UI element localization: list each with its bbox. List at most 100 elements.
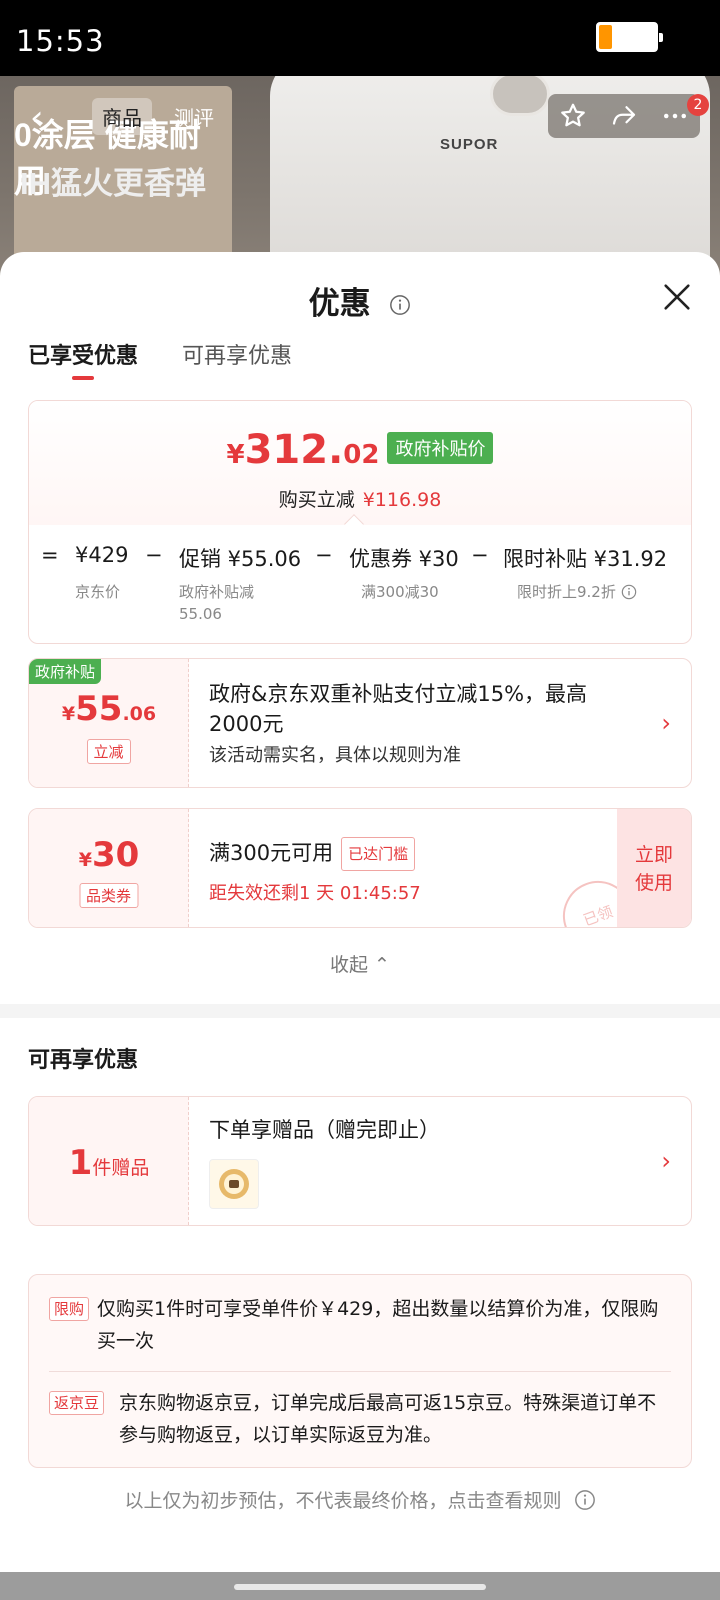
gift-body: 下单享赠品（赠完即止） xyxy=(209,1115,631,1209)
use-now-button[interactable]: 立即 使用 xyxy=(617,809,691,927)
divider xyxy=(49,1371,671,1372)
promo-label-line1: 政府补贴减 xyxy=(179,583,255,601)
back-icon[interactable]: ‹ xyxy=(30,98,44,138)
more-icon[interactable] xyxy=(660,101,690,131)
gov-subsidy-tag: 政府补贴 xyxy=(29,659,102,684)
amount-integer: 30 xyxy=(91,835,140,875)
coupon-amount: ¥30 xyxy=(29,835,189,875)
info-icon[interactable] xyxy=(389,288,411,324)
minus-sign: − xyxy=(145,543,163,567)
gift-count-number: 1 xyxy=(68,1143,93,1183)
gov-subsidy-title: 政府&京东双重补贴支付立减15%，最高2000元 xyxy=(209,682,588,736)
footer-note-text: 以上仅为初步预估，不代表最终价格，点击查看规则 xyxy=(124,1490,562,1512)
price-integer: 312. xyxy=(244,427,344,473)
coupon-label: 满300减30 xyxy=(361,583,439,601)
discount-tabs: 已享受优惠 可再享优惠 xyxy=(28,338,292,380)
price-decimal: 02 xyxy=(343,440,380,470)
home-indicator[interactable] xyxy=(234,1584,486,1590)
status-bar: 15:53 xyxy=(0,0,720,76)
promo-value: 促销 ¥55.06 xyxy=(179,547,302,571)
share-icon[interactable] xyxy=(609,101,639,131)
sheet-title: 优惠 xyxy=(0,278,720,324)
product-nav-tabs: 商品 测评 xyxy=(92,96,224,136)
price-currency: ¥ xyxy=(226,440,245,470)
coupon-title-row: 满300元可用 已达门槛 xyxy=(209,837,631,871)
amount-currency: ¥ xyxy=(78,849,92,871)
price-breakdown-card: ¥ 312. 02 政府补贴价 购买立减 ¥116.98 = ¥429 − 促销 … xyxy=(28,400,692,644)
promo-line-2: IH猛火更香弹 xyxy=(20,166,206,201)
home-indicator-bar xyxy=(0,1572,720,1600)
purchase-limit-text: 仅购买1件时可享受单件价￥429，超出数量以结算价为准，仅限购买一次 xyxy=(97,1298,659,1352)
minus-sign: − xyxy=(471,543,489,567)
favorite-star-icon[interactable] xyxy=(558,101,588,131)
purchase-rules: 限购 仅购买1件时可享受单件价￥429，超出数量以结算价为准，仅限购买一次 返京… xyxy=(28,1274,692,1468)
jd-beans-tag: 返京豆 xyxy=(49,1391,105,1415)
use-now-label-2: 使用 xyxy=(634,872,673,894)
gift-count-unit: 件赠品 xyxy=(92,1157,150,1179)
amount-decimal: .06 xyxy=(122,703,157,725)
battery-icon xyxy=(596,22,663,52)
section-divider xyxy=(0,1004,720,1018)
coupon-value: 优惠券 ¥30 xyxy=(349,547,459,571)
tab-underline xyxy=(72,376,94,380)
rules-footer-link[interactable]: 以上仅为初步预估，不代表最终价格，点击查看规则 xyxy=(0,1486,720,1513)
flash-subsidy-label[interactable]: 限时折上9.2折 xyxy=(517,581,637,603)
gov-subsidy-body: 政府&京东双重补贴支付立减15%，最高2000元 该活动需实名，具体以规则为准 xyxy=(209,679,631,767)
purchase-limit-tag: 限购 xyxy=(49,1297,90,1321)
cart-badge: 2 xyxy=(687,94,709,116)
tab-product[interactable]: 商品 xyxy=(92,97,152,135)
breakdown-formula: = ¥429 − 促销 ¥55.06 − 优惠券 ¥30 − 限时补贴 ¥31.… xyxy=(29,543,691,573)
promo-label-line2: 55.06 xyxy=(179,605,222,623)
reduce-amount: ¥116.98 xyxy=(362,489,442,511)
promo-label: 政府补贴减 55.06 xyxy=(179,581,254,625)
collapse-button[interactable]: 收起 ⌃ xyxy=(0,950,720,977)
gov-subsidy-amount: ¥55.06 xyxy=(29,689,189,729)
coupon-body: 满300元可用 已达门槛 距失效还剩1 天 01:45:57 xyxy=(209,837,631,905)
gov-subsidy-desc: 该活动需实名，具体以规则为准 xyxy=(209,745,461,766)
gov-subsidy-left: 政府补贴 ¥55.06 立减 xyxy=(29,659,189,787)
jd-price-value: ¥429 xyxy=(75,543,129,567)
jd-price-label: 京东价 xyxy=(75,583,121,601)
chevron-right-icon: › xyxy=(661,1147,671,1175)
minus-sign: − xyxy=(315,543,333,567)
sheet-title-text: 优惠 xyxy=(308,286,371,322)
info-icon xyxy=(574,1490,595,1510)
tab-label: 已享受优惠 xyxy=(28,344,139,369)
amount-currency: ¥ xyxy=(61,703,76,725)
clock: 15:53 xyxy=(16,24,105,58)
tab-enjoyed-discounts[interactable]: 已享受优惠 xyxy=(28,338,139,380)
gift-thumbnail xyxy=(209,1159,259,1209)
instant-reduce-badge: 立减 xyxy=(86,739,131,764)
brand-logo: SUPOR xyxy=(440,136,499,153)
chevron-right-icon: › xyxy=(661,709,671,737)
use-now-label-1: 立即 xyxy=(634,844,673,866)
category-coupon-card: ¥30 品类券 满300元可用 已达门槛 距失效还剩1 天 01:45:57 已领… xyxy=(28,808,692,928)
final-price: ¥ 312. 02 政府补贴价 xyxy=(29,427,691,473)
header-actions xyxy=(548,94,700,138)
rule-jd-beans: 返京豆 京东购物返京豆，订单完成后最高可返15京豆。特殊渠道订单不参与购物返豆，… xyxy=(49,1387,671,1451)
amount-integer: 55 xyxy=(75,689,123,729)
coupon-title: 满300元可用 xyxy=(209,841,334,865)
total-reduction: 购买立减 ¥116.98 xyxy=(29,485,691,512)
category-coupon-badge: 品类券 xyxy=(78,883,139,908)
flash-subsidy-value: 限时补贴 ¥31.92 xyxy=(503,547,668,571)
threshold-reached-badge: 已达门槛 xyxy=(341,837,416,871)
gift-image-icon xyxy=(219,1169,249,1199)
discount-sheet: 优惠 已享受优惠 可再享优惠 ¥ 312. 02 政府补贴价 购买立减 ¥116.… xyxy=(0,252,720,1600)
gift-count: 1件赠品 xyxy=(29,1143,189,1183)
rule-purchase-limit: 限购 仅购买1件时可享受单件价￥429，超出数量以结算价为准，仅限购买一次 xyxy=(49,1293,671,1357)
gov-price-tag: 政府补贴价 xyxy=(387,432,494,464)
gift-left: 1件赠品 xyxy=(29,1097,189,1225)
tab-review[interactable]: 测评 xyxy=(164,98,224,135)
coupon-left: ¥30 品类券 xyxy=(29,809,189,927)
close-icon[interactable] xyxy=(660,280,694,314)
gift-title: 下单享赠品（赠完即止） xyxy=(209,1118,440,1142)
tab-more-discounts[interactable]: 可再享优惠 xyxy=(182,338,292,370)
gift-card[interactable]: 1件赠品 下单享赠品（赠完即止） › xyxy=(28,1096,692,1226)
more-discounts-title: 可再享优惠 xyxy=(28,1048,139,1073)
reduce-label: 购买立减 xyxy=(278,489,355,511)
cooker-knob xyxy=(490,76,550,116)
gov-subsidy-card[interactable]: 政府补贴 ¥55.06 立减 政府&京东双重补贴支付立减15%，最高2000元 … xyxy=(28,658,692,788)
info-icon xyxy=(621,584,636,600)
equals-sign: = xyxy=(41,543,59,567)
